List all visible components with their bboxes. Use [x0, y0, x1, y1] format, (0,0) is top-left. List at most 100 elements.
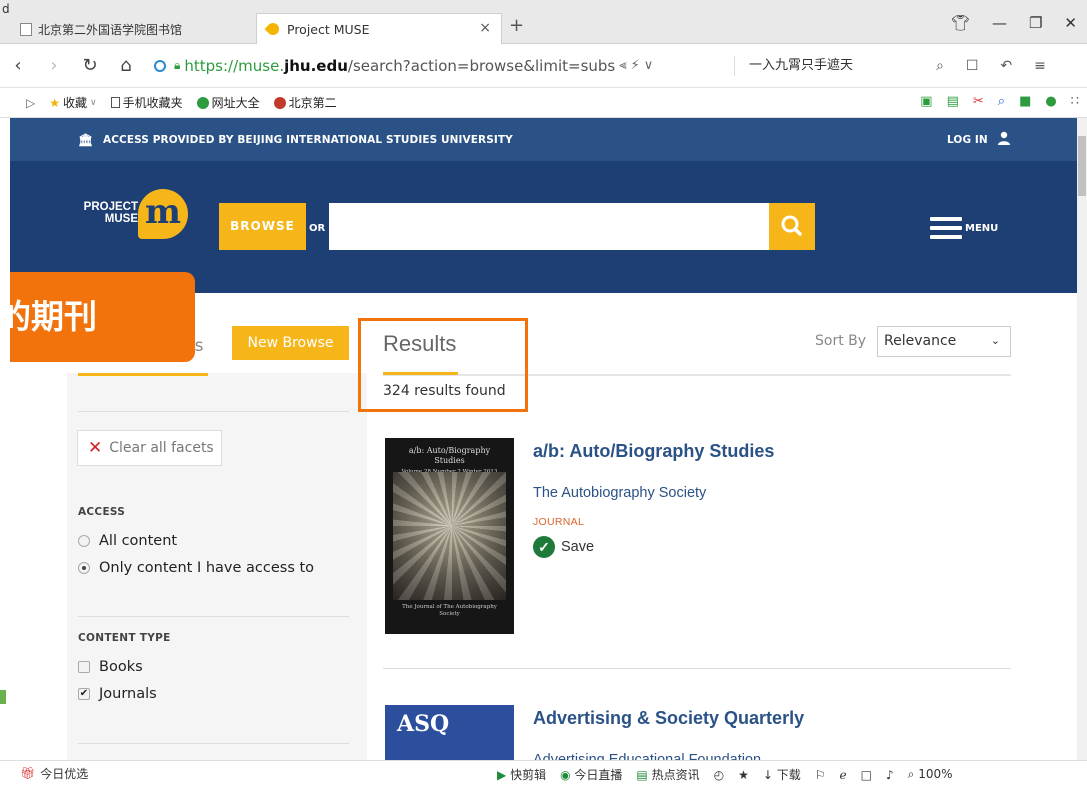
callout-text: 的期刊 [10, 297, 97, 336]
url-field[interactable]: 🔒︎ https://muse. jhu.edu /search?action=… [154, 51, 714, 81]
bookmark-icon[interactable]: ☐ [966, 58, 979, 74]
speed-icon[interactable]: ◴ [714, 768, 724, 782]
address-right-tools: ⌕ ☐ ↶ ≡ [936, 58, 1046, 74]
window-icon[interactable]: □ [861, 768, 872, 782]
corner-letter: d [2, 2, 10, 16]
result-publisher-link[interactable]: Advertising Educational Foundation [533, 752, 761, 760]
status-clip[interactable]: ▶ 快剪辑 [497, 766, 546, 783]
magnifier-icon[interactable]: ⌕ [998, 94, 1005, 109]
bookmark-label: 网址大全 [211, 96, 260, 110]
tab-project-muse[interactable]: Project MUSE × [256, 13, 502, 44]
bookmark-directory[interactable]: 网址大全 [196, 94, 260, 111]
sidebar-divider [78, 616, 349, 617]
pin-icon[interactable]: ★ [738, 768, 749, 782]
status-label: 今日直播 [574, 768, 623, 782]
close-tab-icon[interactable]: × [479, 20, 491, 36]
save-button[interactable]: ✓ Save [533, 536, 594, 558]
menu-button[interactable]: MENU [930, 217, 998, 239]
live-icon: ◉ [560, 768, 571, 782]
result-publisher-link[interactable]: The Autobiography Society [533, 485, 706, 501]
new-browse-button[interactable]: New Browse [232, 326, 349, 360]
volume-icon[interactable]: ♪ [886, 768, 894, 782]
browser-search-box[interactable]: 一入九霄只手遮天 [734, 55, 924, 76]
checkbox-checked-icon[interactable]: ✔ [78, 688, 90, 700]
forward-icon[interactable]: › [36, 55, 72, 76]
search-button[interactable] [769, 203, 815, 250]
bookmark-mobile[interactable]: 手机收藏夹 [110, 94, 183, 111]
scrollbar-thumb[interactable] [1078, 136, 1086, 196]
result-title-link[interactable]: Advertising & Society Quarterly [533, 708, 804, 729]
tab-label: Project MUSE [287, 21, 370, 37]
minimize-icon[interactable]: — [992, 14, 1007, 32]
bolt-icon[interactable]: ⚡︎ [631, 58, 640, 73]
tab-library[interactable]: 北京第二外国语学院图书馆 [20, 15, 245, 43]
content-type-heading: CONTENT TYPE [78, 632, 171, 644]
journal-cover[interactable]: a/b: Auto/Biography Studies Volume 28 Nu… [385, 438, 514, 634]
chevron-down-icon: ⌄ [990, 334, 1000, 347]
zoom-icon: ⌕ [907, 767, 915, 781]
flag-icon[interactable]: ⚐ [815, 768, 826, 782]
annotation-callout: 的期刊 [10, 272, 195, 362]
content-type-journals[interactable]: ✔ Journals [78, 686, 157, 702]
apps-icon[interactable]: ∷ [1071, 94, 1079, 109]
result-title-link[interactable]: a/b: Auto/Biography Studies [533, 441, 774, 462]
or-label: OR [309, 223, 326, 234]
game-icon[interactable]: ■ [1019, 94, 1031, 109]
status-download[interactable]: ↓ 下载 [763, 766, 801, 783]
scissors-icon[interactable]: ✂ [973, 94, 984, 109]
cover-subtitle: The Journal of The Autobiography Society [402, 604, 497, 617]
translate-icon[interactable]: ▤ [947, 94, 959, 109]
zoom-control[interactable]: ⌕ 100% [908, 767, 953, 782]
restore-icon[interactable]: ❐ [1029, 14, 1042, 32]
wallet-icon[interactable]: ● [1045, 94, 1056, 109]
site-search-input[interactable] [329, 203, 769, 250]
browse-button[interactable]: BROWSE [219, 203, 306, 250]
share-icon[interactable]: ⫷ [619, 58, 626, 73]
menu-icon[interactable]: ≡ [1034, 58, 1046, 74]
radio-icon[interactable] [78, 535, 90, 547]
sidebar-toggle-icon[interactable]: ▷ [26, 96, 35, 110]
new-tab-button[interactable]: + [509, 17, 524, 35]
window-controls: 👕︎ — ❐ ✕ [951, 14, 1087, 32]
content-type-books[interactable]: Books [78, 659, 143, 675]
lock-icon: 🔒︎ [174, 58, 181, 72]
sidebar-divider [78, 743, 349, 744]
project-muse-logo[interactable]: PROJECT MUSE m [76, 189, 188, 259]
journal-cover[interactable]: ASQ [385, 705, 514, 760]
page-scrollbar[interactable] [1077, 118, 1087, 760]
chevron-down-icon[interactable]: ∨ [644, 58, 654, 73]
todays-picks[interactable]: 🎁︎ 今日优选 [20, 765, 88, 782]
address-bar: ‹ › ↻ ⌂ 🔒︎ https://muse. jhu.edu /search… [0, 44, 1087, 88]
cover-title: ASQ [397, 711, 450, 737]
clear-facets-button[interactable]: ✕ Clear all facets [77, 430, 222, 466]
reload-icon[interactable]: ↻ [72, 55, 108, 76]
ie-icon[interactable]: ℯ [840, 768, 847, 782]
browser-tab-bar: d 北京第二外国语学院图书馆 Project MUSE × + 👕︎ — ❐ ✕ [0, 0, 1087, 44]
save-label: Save [561, 539, 595, 555]
checkbox-icon[interactable] [78, 661, 90, 673]
radio-selected-icon[interactable] [78, 562, 90, 574]
skin-icon[interactable]: 👕︎ [951, 14, 970, 32]
status-news[interactable]: ▤ 热点资讯 [636, 766, 699, 783]
reader-icon[interactable]: ▣ [920, 94, 932, 109]
logo-mark: m [138, 189, 188, 239]
bookmark-bisu[interactable]: 北京第二 [273, 94, 337, 111]
zoom-value: 100% [918, 767, 953, 781]
undo-icon[interactable]: ↶ [1000, 58, 1012, 74]
access-option-all[interactable]: All content [78, 533, 177, 549]
search-icon[interactable]: ⌕ [936, 58, 944, 74]
home-icon[interactable]: ⌂ [108, 55, 144, 76]
sort-select[interactable]: Relevance ⌄ [877, 326, 1011, 357]
back-icon[interactable]: ‹ [0, 55, 36, 76]
login-link[interactable]: LOG IN [947, 134, 988, 146]
status-label: 热点资讯 [651, 768, 700, 782]
status-live[interactable]: ◉ 今日直播 [560, 766, 622, 783]
status-label: 快剪辑 [510, 768, 547, 782]
sort-label: Sort By [815, 333, 867, 349]
bookmark-favorites[interactable]: ★ 收藏 ∨ [49, 94, 96, 111]
close-window-icon[interactable]: ✕ [1064, 14, 1077, 32]
user-icon[interactable] [997, 131, 1011, 145]
url-path: /search?action=browse&limit=subs­ [347, 56, 616, 75]
star-icon: ★ [49, 95, 60, 110]
access-option-mine[interactable]: Only content I have access to [78, 560, 314, 576]
